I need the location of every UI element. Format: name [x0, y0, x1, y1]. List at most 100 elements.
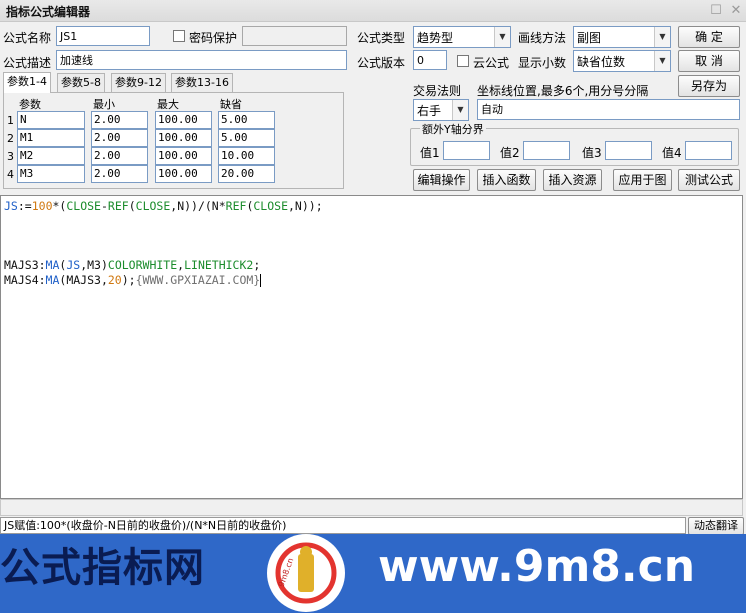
formula-name-label: 公式名称 [3, 31, 52, 45]
restore-icon[interactable]: ☐ [708, 3, 724, 19]
y-value-3-input[interactable] [605, 141, 652, 160]
param-row-index: 3 [7, 150, 14, 163]
code-line-3: MAJS4:MA(MAJS3,20);{WWW.GPXIAZAI.COM} [4, 273, 262, 288]
trade-rule-value: 右手 [417, 104, 442, 118]
trade-rule-select[interactable]: 右手 ▼ [413, 99, 469, 121]
code-token: ; [253, 258, 261, 272]
code-token: CLOSE [135, 199, 171, 213]
test-formula-button[interactable]: 测试公式 [678, 169, 740, 191]
draw-method-select[interactable]: 副图 ▼ [573, 26, 671, 48]
code-editor[interactable]: JS:=100*(CLOSE-REF(CLOSE,N))/(N*REF(CLOS… [0, 195, 743, 499]
y-value-1-label: 值1 [420, 146, 440, 160]
draw-method-value: 副图 [577, 31, 602, 45]
banner-right-text: www.9m8.cn [378, 541, 696, 592]
code-line-2: MAJS3:MA(JS,M3)COLORWHITE,LINETHICK2; [4, 258, 260, 273]
chevron-down-icon: ▼ [494, 27, 510, 47]
y-value-1-input[interactable] [443, 141, 490, 160]
cloud-formula-label: 云公式 [473, 56, 510, 70]
param-name-input[interactable]: M1 [17, 129, 85, 147]
code-token: JS [4, 199, 18, 213]
edit-operation-button[interactable]: 编辑操作 [413, 169, 470, 191]
code-token: JS [66, 258, 81, 272]
code-token: ,M3) [80, 258, 108, 272]
tab-params-13-16[interactable]: 参数13-16 [171, 73, 233, 92]
param-name-input[interactable]: N [17, 111, 85, 129]
code-token: ); [121, 273, 136, 287]
save-as-button[interactable]: 另存为 [678, 75, 740, 97]
coord-line-label: 坐标线位置,最多6个,用分号分隔 [477, 84, 649, 98]
param-default-input[interactable]: 10.00 [218, 147, 275, 165]
param-name-input[interactable]: M3 [17, 165, 85, 183]
code-token: *( [52, 199, 67, 213]
formula-version-label: 公式版本 [357, 56, 406, 70]
title-bar: 指标公式编辑器 ☐ ✕ [0, 0, 746, 22]
apply-to-chart-button[interactable]: 应用于图 [613, 169, 672, 191]
param-default-input[interactable]: 5.00 [218, 129, 275, 147]
ok-button[interactable]: 确 定 [678, 26, 740, 48]
param-header-name: 参数 [19, 98, 41, 111]
draw-method-label: 画线方法 [518, 31, 567, 45]
horizontal-scrollbar[interactable] [0, 499, 743, 516]
cloud-formula-checkbox[interactable] [457, 55, 469, 67]
code-token: ( [128, 199, 136, 213]
param-max-input[interactable]: 100.00 [155, 165, 212, 183]
code-token: CLOSE [253, 199, 288, 213]
code-line-1: JS:=100*(CLOSE-REF(CLOSE,N))/(N*REF(CLOS… [4, 199, 323, 214]
logo-graphic [269, 536, 343, 610]
tab-params-1-4[interactable]: 参数1-4 [3, 72, 51, 93]
insert-function-button[interactable]: 插入函数 [477, 169, 536, 191]
formula-name-input[interactable]: JS1 [56, 26, 150, 46]
decimal-label: 显示小数 [518, 56, 567, 70]
formula-desc-label: 公式描述 [3, 56, 52, 70]
trade-rule-label: 交易法则 [413, 84, 462, 98]
password-input[interactable] [242, 26, 347, 46]
code-token: {WWW.GPXIAZAI.COM} [135, 273, 261, 287]
coord-line-input[interactable]: 自动 [477, 99, 740, 120]
cancel-button[interactable]: 取 消 [678, 50, 740, 72]
code-token: MA [45, 273, 60, 287]
password-checkbox[interactable] [173, 30, 185, 42]
param-name-input[interactable]: M2 [17, 147, 85, 165]
param-header-max: 最大 [157, 98, 179, 111]
decimal-select[interactable]: 缺省位数 ▼ [573, 50, 671, 72]
y-value-2-input[interactable] [523, 141, 570, 160]
param-header-min: 最小 [93, 98, 115, 111]
code-token: - [100, 199, 108, 213]
param-max-input[interactable]: 100.00 [155, 111, 212, 129]
param-max-input[interactable]: 100.00 [155, 147, 212, 165]
tab-params-9-12[interactable]: 参数9-12 [111, 73, 166, 92]
dynamic-translate-button[interactable]: 动态翻译 [688, 517, 744, 535]
param-min-input[interactable]: 2.00 [91, 111, 148, 129]
chevron-down-icon: ▼ [654, 51, 670, 71]
formula-version-input[interactable]: 0 [413, 50, 447, 70]
param-min-input[interactable]: 2.00 [91, 129, 148, 147]
code-token: CLOSE [66, 199, 101, 213]
code-token: REF [107, 199, 129, 213]
param-header-default: 缺省 [220, 98, 242, 111]
banner-left-text: 公式指标网 [0, 545, 205, 591]
formula-type-value: 趋势型 [417, 31, 454, 45]
formula-desc-input[interactable]: 加速线 [56, 50, 347, 70]
code-token: := [17, 199, 32, 213]
tab-params-5-8[interactable]: 参数5-8 [57, 73, 105, 92]
param-default-input[interactable]: 20.00 [218, 165, 275, 183]
param-row-index: 4 [7, 168, 14, 181]
code-token: 100 [31, 199, 53, 213]
param-row-index: 2 [7, 132, 14, 145]
param-min-input[interactable]: 2.00 [91, 147, 148, 165]
param-row-index: 1 [7, 114, 14, 127]
code-token: MAJS3: [4, 258, 46, 272]
close-icon[interactable]: ✕ [728, 3, 744, 19]
chevron-down-icon: ▼ [654, 27, 670, 47]
y-value-2-label: 值2 [500, 146, 520, 160]
param-min-input[interactable]: 2.00 [91, 165, 148, 183]
param-max-input[interactable]: 100.00 [155, 129, 212, 147]
y-value-3-label: 值3 [582, 146, 602, 160]
param-default-input[interactable]: 5.00 [218, 111, 275, 129]
y-value-4-input[interactable] [685, 141, 732, 160]
window-title: 指标公式编辑器 [6, 5, 91, 19]
formula-type-select[interactable]: 趋势型 ▼ [413, 26, 511, 48]
y-value-4-label: 值4 [662, 146, 682, 160]
insert-resource-button[interactable]: 插入资源 [543, 169, 602, 191]
code-token: 20 [107, 273, 122, 287]
